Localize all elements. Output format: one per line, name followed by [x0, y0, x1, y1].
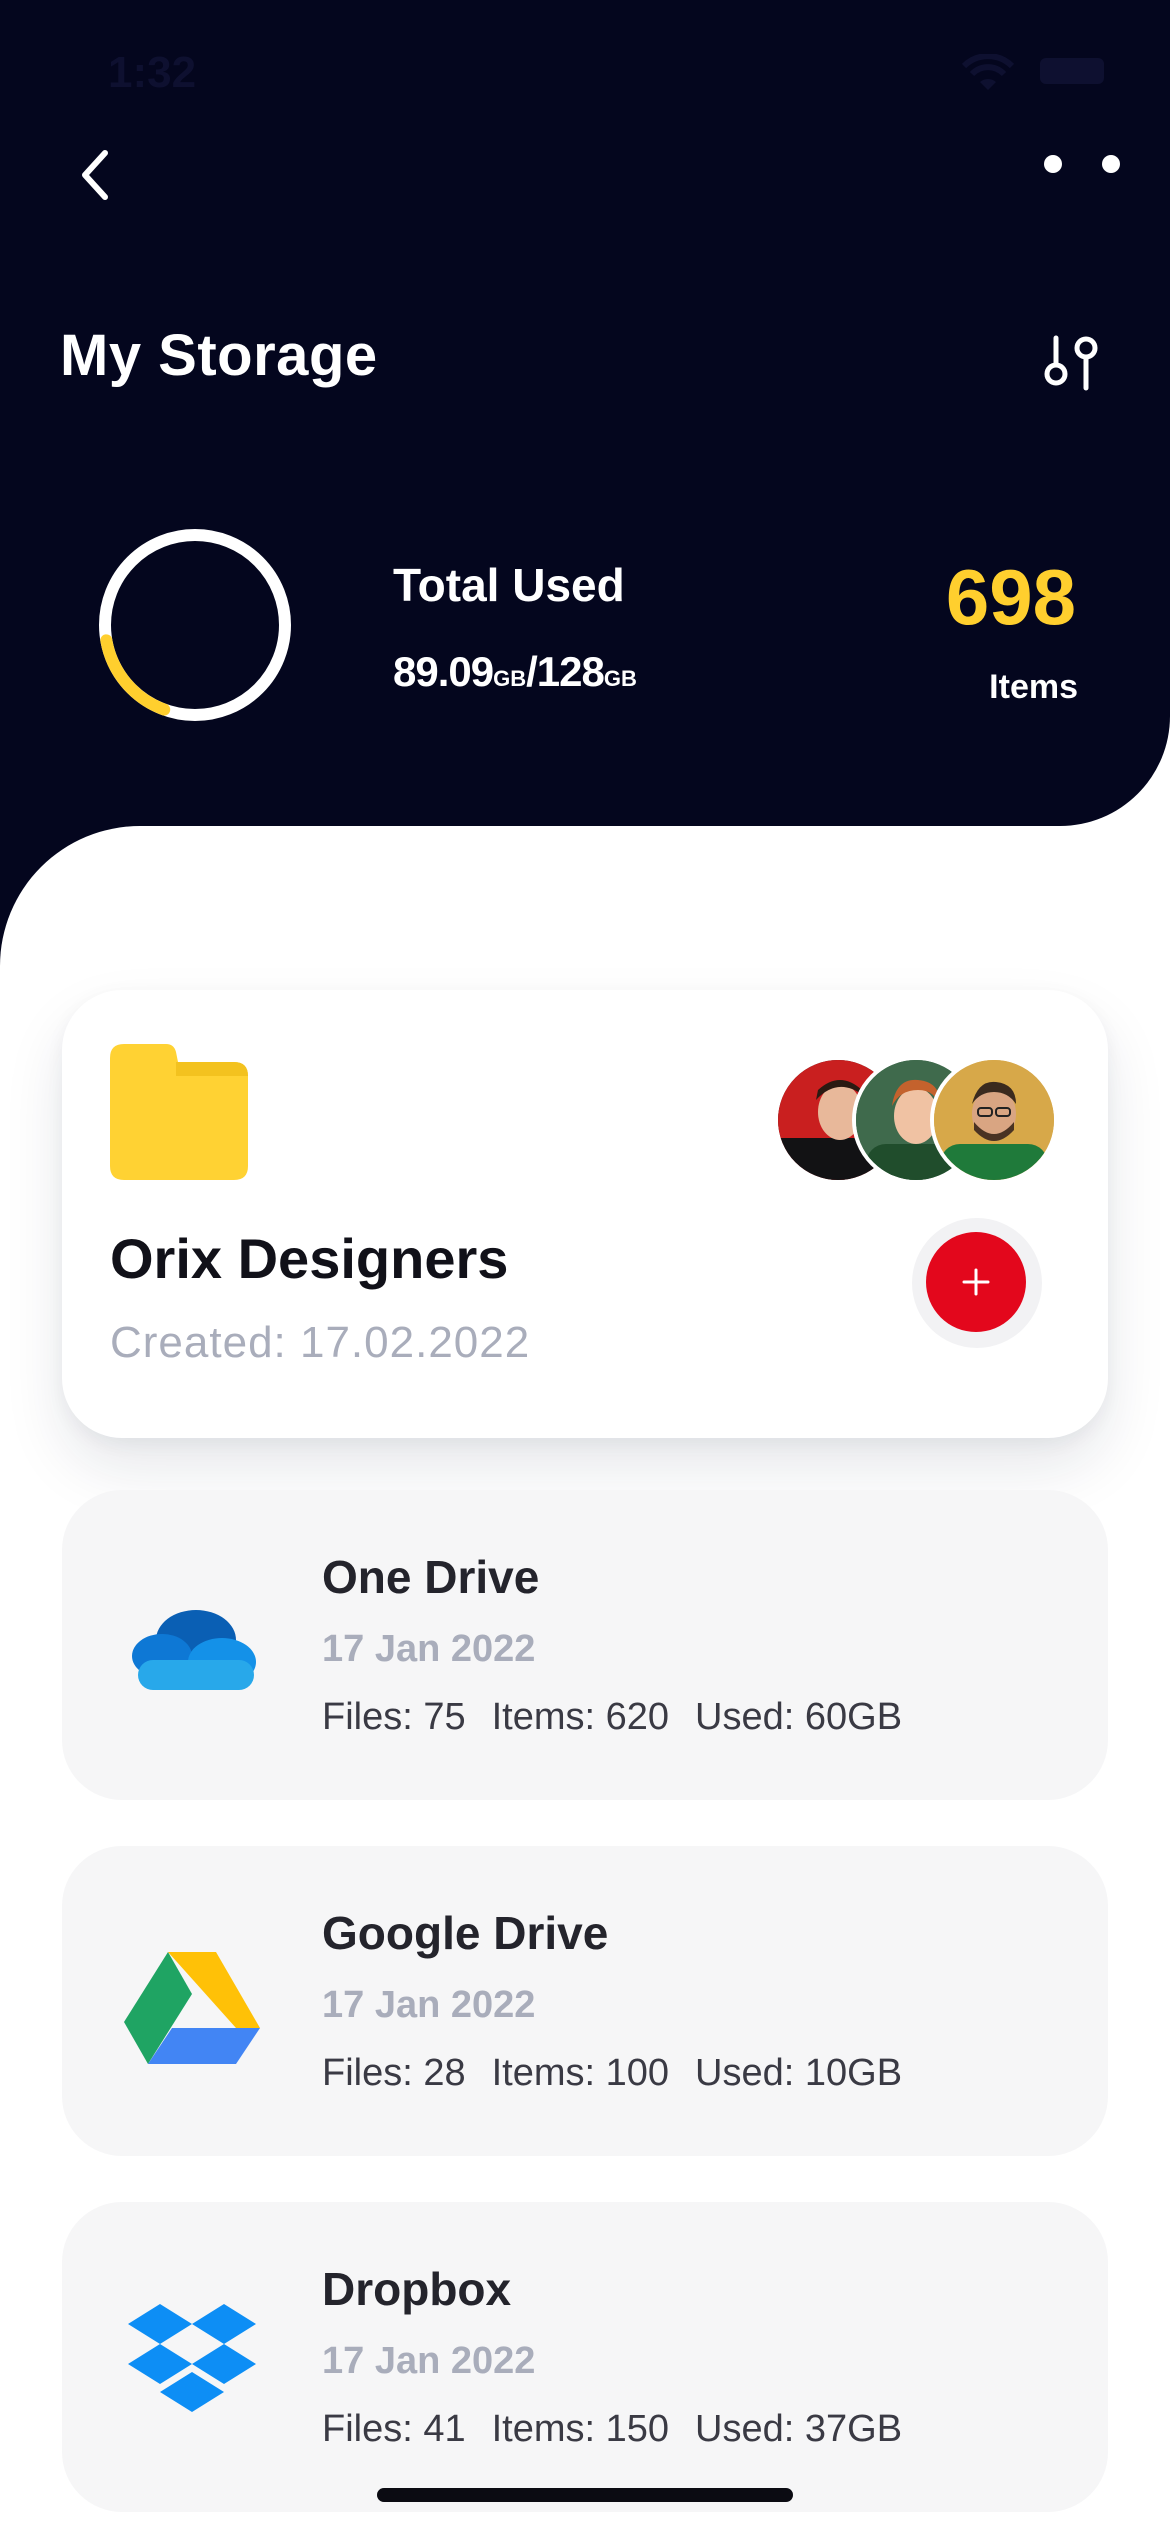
- drive-items: Items: 100: [491, 2052, 670, 2094]
- ring-used-arc: [100, 634, 171, 716]
- filter-button[interactable]: [1040, 328, 1110, 398]
- drive-files: Files: 41: [322, 2408, 466, 2450]
- drive-card-dropbox[interactable]: Dropbox 17 Jan 2022 Files: 41 Items: 150 U…: [62, 2202, 1108, 2512]
- drive-used: Used: 10GB: [695, 2052, 903, 2094]
- team-folder-card[interactable]: Orix Designers Created: 17.02.2022: [62, 990, 1108, 1438]
- status-bar: 1:32: [0, 0, 1170, 140]
- folder-icon: [110, 1044, 248, 1180]
- wifi-icon: [961, 54, 1015, 90]
- items-count: 698: [945, 553, 1076, 641]
- drive-card-google-drive[interactable]: Google Drive 17 Jan 2022 Files: 28 Items:…: [62, 1846, 1108, 2156]
- total-unit: GB: [603, 666, 637, 691]
- status-time: 1:32: [108, 48, 197, 97]
- member-avatars[interactable]: [774, 1056, 1058, 1184]
- page-title: My Storage: [60, 323, 378, 388]
- dropbox-icon: [128, 2304, 256, 2412]
- drive-name: One Drive: [322, 1551, 540, 1603]
- used-unit: GB: [493, 666, 527, 691]
- home-indicator[interactable]: [377, 2488, 793, 2502]
- drive-name: Dropbox: [322, 2263, 512, 2315]
- separator: /: [526, 648, 538, 695]
- drive-used: Used: 37GB: [695, 2408, 903, 2450]
- add-member-button[interactable]: [926, 1232, 1026, 1332]
- used-value: 89.09: [393, 648, 494, 695]
- team-created-date: Created: 17.02.2022: [110, 1318, 531, 1367]
- drive-stats: Files: 41 Items: 150 Used: 37GB: [322, 2408, 928, 2451]
- chevron-left-icon: [82, 150, 108, 200]
- onedrive-icon: [132, 1610, 256, 1690]
- plus-icon: [962, 1268, 990, 1296]
- drive-date: 17 Jan 2022: [322, 2340, 536, 2382]
- drive-used: Used: 60GB: [695, 1696, 903, 1738]
- drive-files: Files: 75: [322, 1696, 466, 1738]
- total-value: 128: [536, 648, 605, 695]
- more-options-button[interactable]: [1044, 144, 1120, 184]
- total-used-value: 89.09GB/128GB: [393, 648, 637, 696]
- drive-stats: Files: 28 Items: 100 Used: 10GB: [322, 2052, 928, 2095]
- team-name: Orix Designers: [110, 1227, 509, 1290]
- avatar-3-image: [934, 1060, 1054, 1180]
- drive-name: Google Drive: [322, 1907, 609, 1959]
- avatar-3[interactable]: [930, 1056, 1058, 1184]
- filter-keys-icon: [1044, 335, 1098, 391]
- drive-date: 17 Jan 2022: [322, 1984, 536, 2026]
- back-button[interactable]: [60, 140, 130, 210]
- drive-items: Items: 150: [491, 2408, 670, 2450]
- drive-stats: Files: 75 Items: 620 Used: 60GB: [322, 1696, 928, 1739]
- drive-card-onedrive[interactable]: One Drive 17 Jan 2022 Files: 75 Items: 62…: [62, 1490, 1108, 1800]
- more-dots-icon: [1044, 155, 1062, 173]
- google-drive-icon: [124, 1952, 260, 2064]
- battery-icon: [1040, 58, 1104, 84]
- more-dot: [1102, 155, 1120, 173]
- total-used-label: Total Used: [393, 559, 625, 611]
- drive-date: 17 Jan 2022: [322, 1628, 536, 1670]
- items-label: Items: [989, 668, 1078, 706]
- drive-items: Items: 620: [491, 1696, 670, 1738]
- storage-usage-ring: [99, 529, 291, 721]
- drive-files: Files: 28: [322, 2052, 466, 2094]
